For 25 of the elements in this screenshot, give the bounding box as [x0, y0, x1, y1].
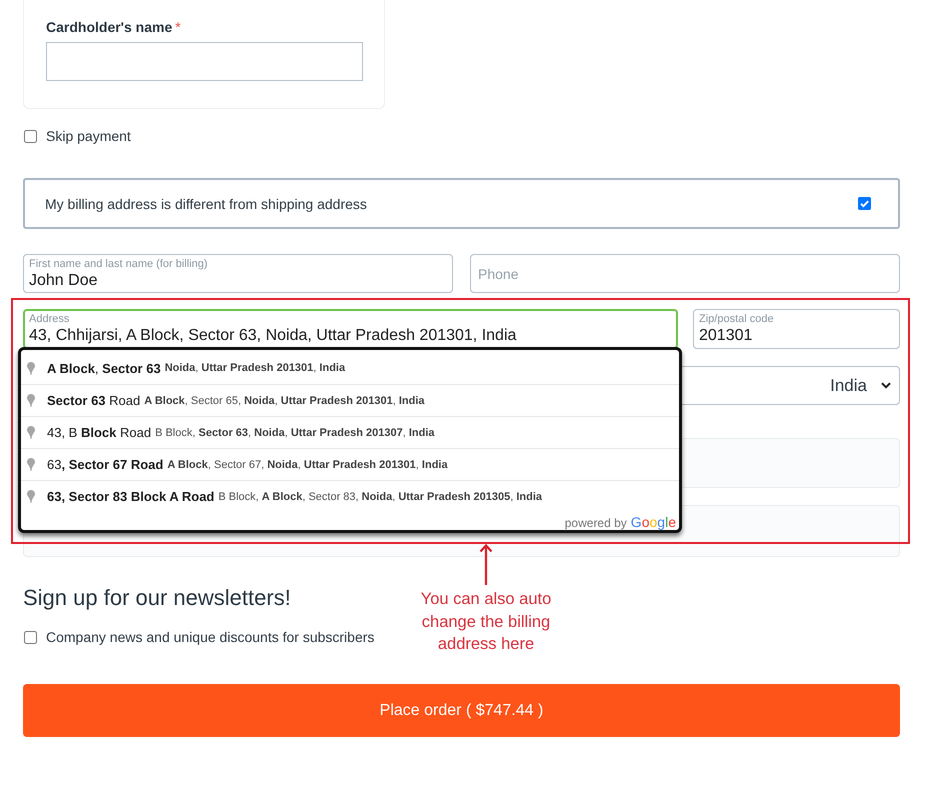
section-heading: Sign up for our newsletters!	[23, 584, 291, 612]
checkbox-label: Skip payment	[46, 127, 131, 145]
text-field[interactable]: First name and last name (for billing) John Doe	[23, 254, 453, 293]
chevron-down-icon	[881, 382, 891, 389]
text-field[interactable]: Address 43, Chhijarsi, A Block, Sector 63, Noida, Uttar Pradesh 201301, India	[23, 309, 678, 349]
map-pin-icon	[27, 490, 35, 503]
map-pin-icon	[27, 394, 35, 407]
text-field[interactable]: Zip/postal code 201301	[693, 309, 900, 349]
checkbox-label: Company news and unique discounts for subscribers	[46, 628, 374, 646]
checkbox[interactable]	[858, 197, 871, 210]
checkbox[interactable]	[24, 630, 37, 644]
map-pin-icon	[27, 426, 35, 439]
attribution-text: powered by Google	[564, 514, 676, 530]
input-field[interactable]	[46, 42, 363, 81]
suggestion-item[interactable]: 63, Sector 83 Block A Road B Block, A Block, Sector 83, Noida, Uttar Pradesh 201305, India	[21, 480, 679, 512]
suggestion-item[interactable]: 43, B Block Road B Block, Sector 63, Noida, Uttar Pradesh 201307, India	[21, 416, 679, 448]
annotation-text: You can also auto change the billing address here	[420, 589, 552, 655]
map-pin-icon	[27, 362, 35, 374]
field-label: Cardholder's name *	[46, 18, 182, 36]
suggestion-item[interactable]: 63, Sector 67 Road A Block, Sector 67, Noida, Uttar Pradesh 201301, India	[21, 448, 679, 480]
map-pin-icon	[27, 458, 35, 471]
suggestion-item[interactable]: Sector 63 Road A Block, Sector 65, Noida, Uttar Pradesh 201301, India	[21, 384, 679, 416]
checkbox[interactable]	[24, 130, 37, 142]
arrow	[479, 544, 493, 585]
option-label: My billing address is different from shipping address	[45, 196, 368, 212]
